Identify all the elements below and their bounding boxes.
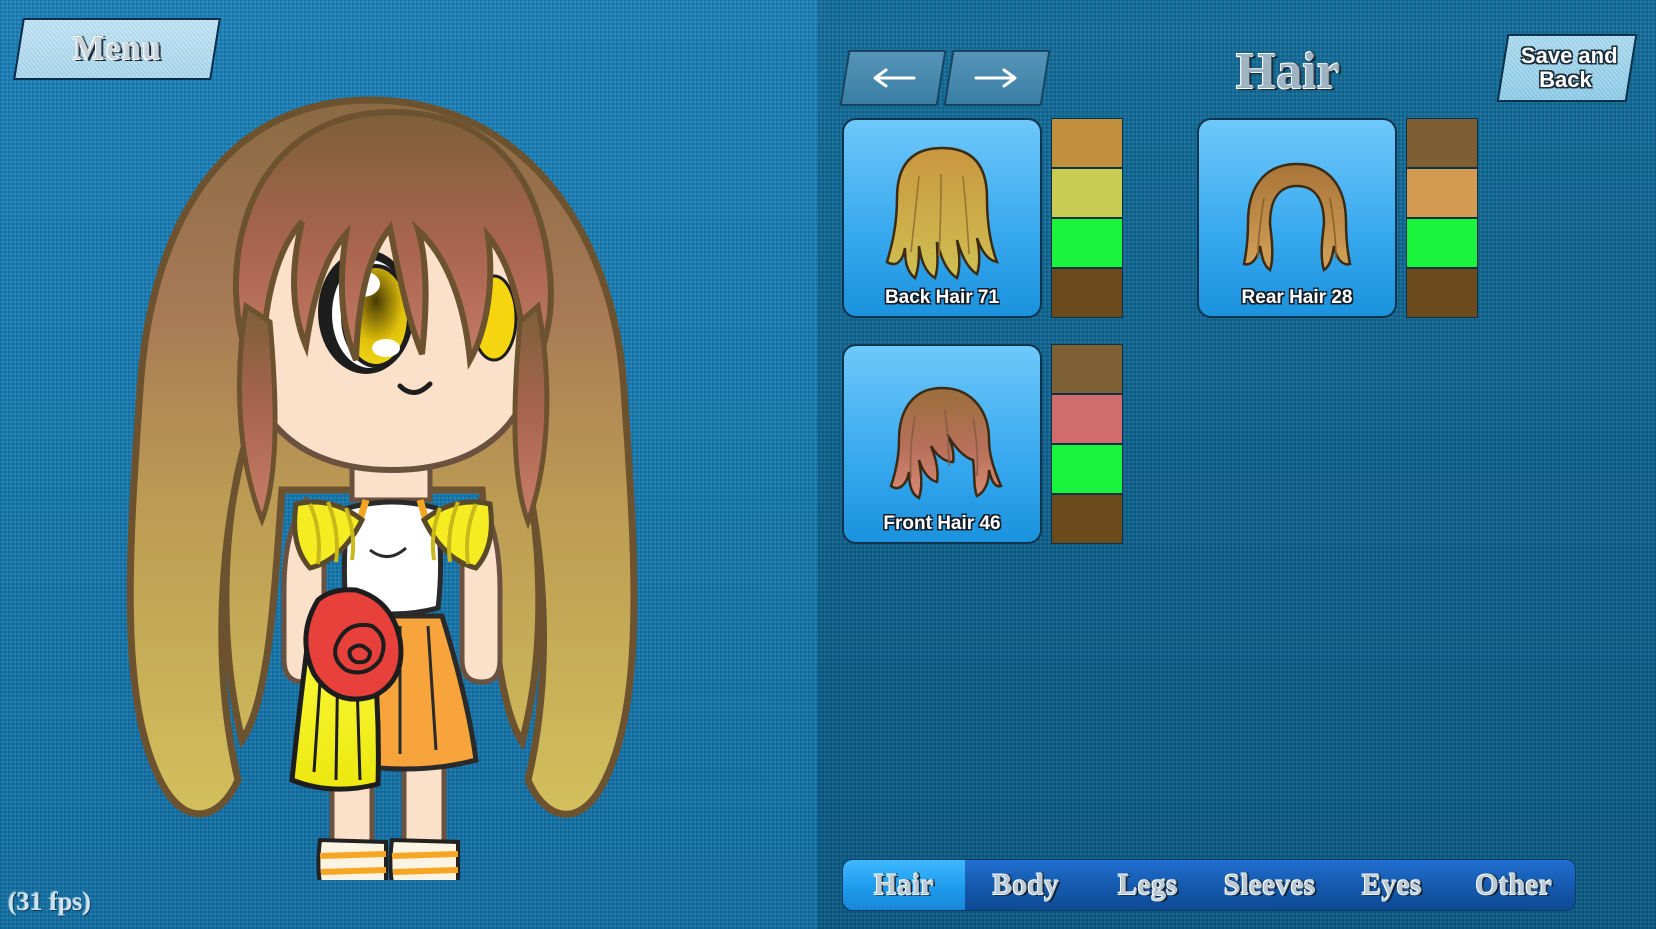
color-swatch[interactable] — [1051, 394, 1123, 444]
arrow-left-icon — [873, 68, 916, 88]
color-swatch[interactable] — [1051, 344, 1123, 394]
color-swatch[interactable] — [1406, 168, 1478, 218]
character-shoes — [316, 837, 460, 880]
tab-legs[interactable]: Legs — [1087, 860, 1209, 910]
item-label: Rear Hair 28 — [1241, 287, 1353, 308]
color-swatch[interactable] — [1051, 218, 1123, 268]
character-body — [281, 447, 503, 880]
item-card-rear-hair[interactable]: Rear Hair 28 — [1197, 118, 1397, 318]
arrow-right-icon — [974, 68, 1017, 88]
fps-counter: (31 fps) — [8, 887, 92, 916]
tab-label: Sleeves — [1224, 868, 1316, 901]
tab-body[interactable]: Body — [965, 860, 1087, 910]
game-screen: Menu (31 fps) Hair Save and Back Back Ha… — [0, 0, 1656, 929]
swatch-column-back-hair — [1051, 118, 1123, 318]
previous-page-button[interactable] — [839, 50, 947, 106]
color-swatch[interactable] — [1051, 118, 1123, 168]
item-entry-back-hair: Back Hair 71 — [842, 118, 1123, 318]
color-swatch[interactable] — [1051, 168, 1123, 218]
character-rose-accessory — [303, 587, 404, 702]
item-grid: Back Hair 71 Rear Hair 28 Front Hair 46 — [842, 118, 1542, 570]
character-preview-panel: Menu (31 fps) — [0, 0, 818, 929]
item-card-front-hair[interactable]: Front Hair 46 — [842, 344, 1042, 544]
save-and-back-button[interactable]: Save and Back — [1496, 34, 1638, 102]
color-swatch[interactable] — [1051, 494, 1123, 544]
tab-label: Other — [1475, 868, 1553, 901]
item-selection-panel: Hair Save and Back Back Hair 71 Rear Hai… — [818, 0, 1656, 929]
swatch-column-rear-hair — [1406, 118, 1478, 318]
category-title: Hair — [1236, 43, 1340, 100]
tab-sleeves[interactable]: Sleeves — [1209, 860, 1331, 910]
color-swatch[interactable] — [1406, 118, 1478, 168]
color-swatch[interactable] — [1051, 444, 1123, 494]
swatch-column-front-hair — [1051, 344, 1123, 544]
category-tab-bar: Hair Body Legs Sleeves Eyes Other — [842, 859, 1576, 911]
save-and-back-line-1: Save and — [1520, 43, 1618, 69]
item-row: Back Hair 71 Rear Hair 28 — [842, 118, 1542, 318]
item-entry-rear-hair: Rear Hair 28 — [1197, 118, 1478, 318]
next-page-button[interactable] — [943, 50, 1051, 106]
tab-label: Hair — [874, 868, 934, 901]
tab-hair[interactable]: Hair — [843, 860, 965, 910]
color-swatch[interactable] — [1051, 268, 1123, 318]
character-avatar[interactable] — [70, 60, 690, 880]
tab-label: Legs — [1118, 868, 1178, 901]
item-label: Front Hair 46 — [883, 513, 1001, 534]
item-entry-front-hair: Front Hair 46 — [842, 344, 1123, 544]
back-hair-thumb-icon — [885, 146, 999, 280]
color-swatch[interactable] — [1406, 218, 1478, 268]
item-label: Back Hair 71 — [884, 287, 1000, 308]
tab-label: Eyes — [1362, 868, 1422, 901]
item-card-back-hair[interactable]: Back Hair 71 — [842, 118, 1042, 318]
rear-hair-thumb-icon — [1242, 162, 1352, 272]
tab-eyes[interactable]: Eyes — [1331, 860, 1453, 910]
tab-label: Body — [992, 868, 1060, 901]
tab-other[interactable]: Other — [1453, 860, 1575, 910]
color-swatch[interactable] — [1406, 268, 1478, 318]
item-row: Front Hair 46 — [842, 344, 1542, 544]
save-and-back-line-2: Back — [1538, 67, 1592, 92]
front-hair-thumb-icon — [889, 386, 1003, 500]
